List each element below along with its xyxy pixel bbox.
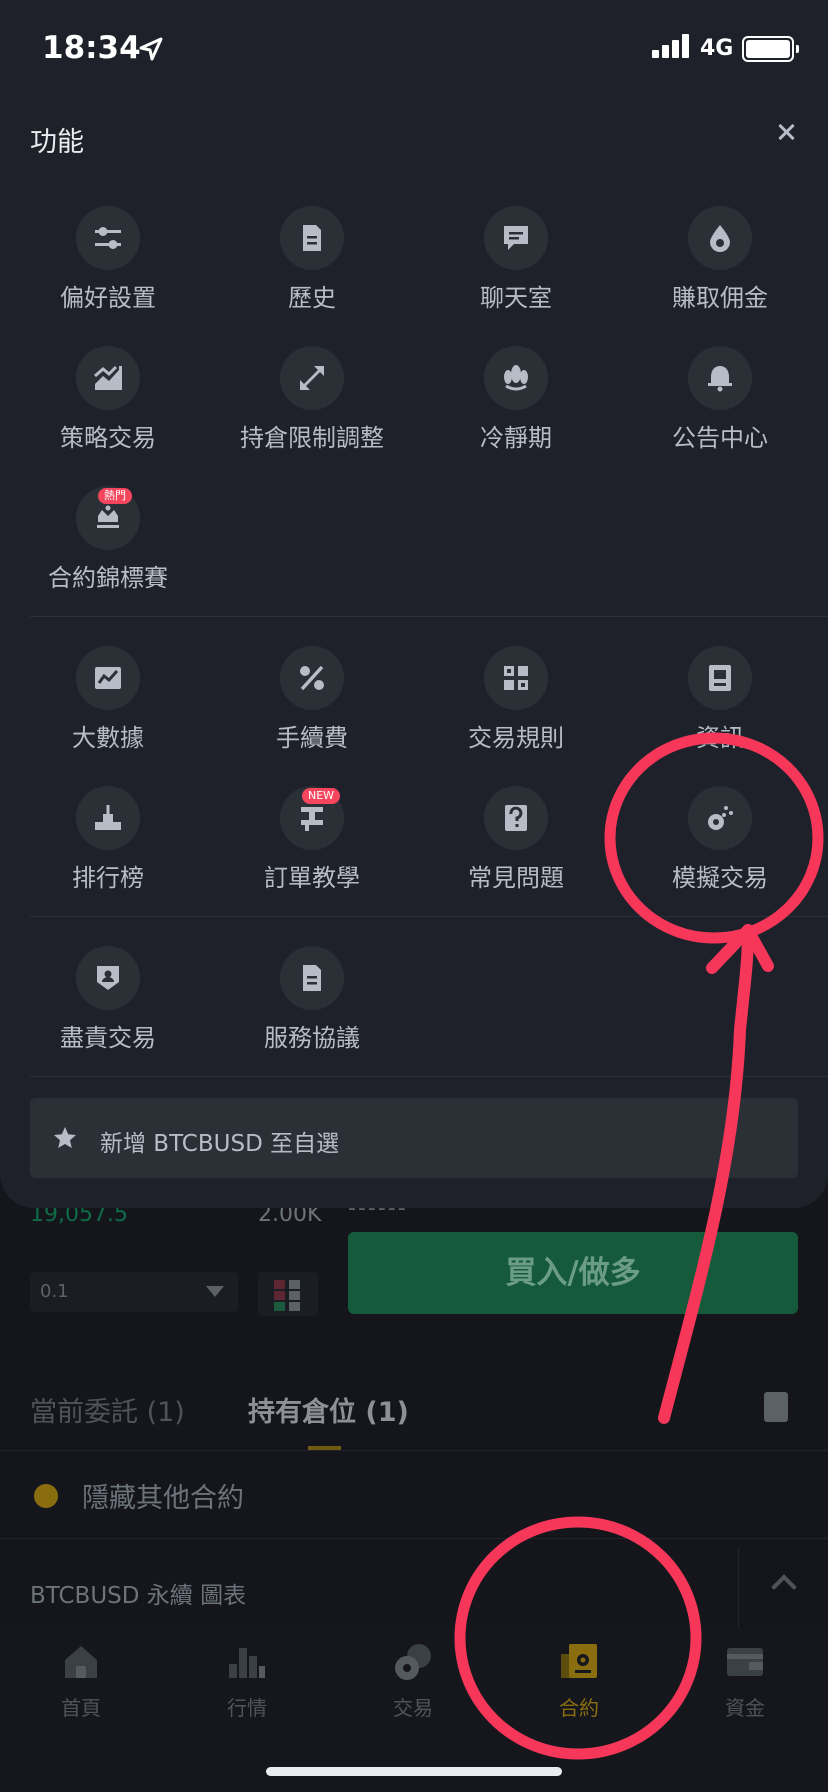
chevron-up-icon [771, 1574, 797, 1600]
question-icon [505, 805, 527, 831]
feature-label: 持倉限制調整 [240, 424, 384, 452]
feature-label: 模擬交易 [672, 864, 768, 892]
feature-strategy-trading[interactable]: 策略交易 [6, 346, 210, 453]
trophy-icon [97, 505, 119, 528]
network-type: 4G [700, 36, 734, 61]
status-time: 18:34 [42, 30, 141, 66]
feature-fees[interactable]: 手續費 [210, 646, 414, 753]
feature-history[interactable]: 歷史 [210, 206, 414, 313]
buy-long-button[interactable]: 買入/做多 [348, 1232, 798, 1314]
nav-wallet-label: 資金 [725, 1696, 765, 1720]
feature-info[interactable]: 資訊 [618, 646, 822, 753]
caret-down-icon [206, 1286, 224, 1297]
nav-futures-label: 合約 [559, 1696, 599, 1720]
check-circle-icon [34, 1484, 58, 1508]
hide-other-contracts-label: 隱藏其他合約 [82, 1483, 244, 1514]
nav-home-label: 首頁 [61, 1696, 101, 1720]
feature-chatroom[interactable]: 聊天室 [414, 206, 618, 313]
expand-arrows-icon [300, 366, 324, 390]
chart-trend-icon [94, 365, 122, 390]
document-icon [303, 225, 321, 251]
home-indicator [266, 1767, 562, 1776]
feature-label: 資訊 [696, 724, 744, 752]
document-icon[interactable] [764, 1392, 788, 1422]
orderbook-layout-button[interactable] [258, 1272, 318, 1316]
feature-label: 偏好設置 [60, 284, 156, 312]
feature-label: 服務協議 [264, 1024, 360, 1052]
feature-trading-rules[interactable]: 交易規則 [414, 646, 618, 753]
feature-earn-commission[interactable]: 賺取佣金 [618, 206, 822, 313]
nav-trade-label: 交易 [393, 1696, 433, 1720]
info-card-icon [709, 665, 731, 691]
feature-announcements[interactable]: 公告中心 [618, 346, 822, 453]
collapse-button[interactable] [738, 1548, 828, 1628]
nav-wallet[interactable]: 資金 [680, 1642, 810, 1721]
new-badge: NEW [302, 788, 341, 804]
feature-label: 合約錦標賽 [48, 564, 168, 592]
feature-simulated-trading[interactable]: 模擬交易 [618, 786, 822, 893]
add-to-favorites-label: 新增 BTCBUSD 至自選 [100, 1131, 340, 1157]
droplet-icon [710, 225, 730, 252]
feature-cooling-off[interactable]: 冷靜期 [414, 346, 618, 453]
agreement-icon [303, 965, 321, 991]
feature-responsible-trading[interactable]: 盡責交易 [6, 946, 210, 1053]
tab-open-orders[interactable]: 當前委託 (1) [30, 1390, 185, 1429]
close-icon[interactable] [772, 118, 802, 148]
location-arrow-icon [139, 37, 163, 61]
chat-icon [504, 226, 528, 250]
tutorial-icon [301, 807, 323, 831]
add-to-favorites-button[interactable]: 新增 BTCBUSD 至自選 [30, 1098, 798, 1178]
nav-trade[interactable]: 交易 [348, 1642, 478, 1721]
feature-label: 冷靜期 [480, 424, 552, 452]
feature-label: 賺取佣金 [672, 284, 768, 312]
hot-badge: 熱門 [98, 488, 132, 504]
quantity-select[interactable]: 0.1 [30, 1272, 238, 1312]
feature-faq[interactable]: 常見問題 [414, 786, 618, 893]
nav-market-label: 行情 [227, 1696, 267, 1720]
market-icon [227, 1642, 267, 1682]
feature-label: 排行榜 [72, 864, 144, 892]
trade-icon [393, 1642, 433, 1682]
star-icon [54, 1127, 76, 1148]
feature-position-limit[interactable]: 持倉限制調整 [210, 346, 414, 453]
feature-big-data[interactable]: 大數據 [6, 646, 210, 753]
lotus-icon [504, 365, 528, 391]
futures-icon [559, 1642, 599, 1682]
podium-icon [95, 805, 121, 830]
feature-service-agreement[interactable]: 服務協議 [210, 946, 414, 1053]
nav-market[interactable]: 行情 [182, 1642, 312, 1721]
line-chart-icon [95, 667, 121, 689]
shield-icon [97, 966, 119, 990]
feature-preferences[interactable]: 偏好設置 [6, 206, 210, 313]
simulated-trading-icon [708, 806, 733, 830]
feature-label: 大數據 [72, 724, 144, 752]
home-icon [61, 1642, 101, 1682]
feature-order-tutorial[interactable]: NEW 訂單教學 [210, 786, 414, 893]
symbol-line[interactable]: BTCBUSD 永續 圖表 [30, 1576, 246, 1610]
feature-label: 公告中心 [672, 424, 768, 452]
feature-label: 聊天室 [480, 284, 552, 312]
quantity-value: 0.1 [40, 1281, 69, 1302]
feature-label: 手續費 [276, 724, 348, 752]
bell-icon [708, 366, 732, 392]
wallet-icon [725, 1642, 765, 1682]
percent-icon [300, 665, 324, 691]
battery-icon [742, 36, 799, 62]
panel-title: 功能 [30, 127, 84, 158]
signal-icon [652, 34, 692, 58]
feature-futures-tournament[interactable]: 熱門 合約錦標賽 [6, 486, 210, 593]
tab-positions[interactable]: 持有倉位 (1) [248, 1390, 409, 1429]
grid-icon [504, 666, 528, 690]
feature-label: 盡責交易 [60, 1024, 156, 1052]
nav-futures[interactable]: 合約 [514, 1642, 644, 1721]
feature-label: 交易規則 [468, 724, 564, 752]
feature-label: 歷史 [288, 284, 336, 312]
feature-label: 訂單教學 [264, 864, 360, 892]
feature-label: 常見問題 [468, 864, 564, 892]
feature-leaderboard[interactable]: 排行榜 [6, 786, 210, 893]
sliders-icon [95, 227, 121, 249]
function-panel: 18:34 4G 功能 偏好設置 歷史 聊天室 賺取佣金 策略交易 持倉限制調整… [0, 0, 828, 1208]
nav-home[interactable]: 首頁 [16, 1642, 146, 1721]
feature-label: 策略交易 [60, 424, 156, 452]
